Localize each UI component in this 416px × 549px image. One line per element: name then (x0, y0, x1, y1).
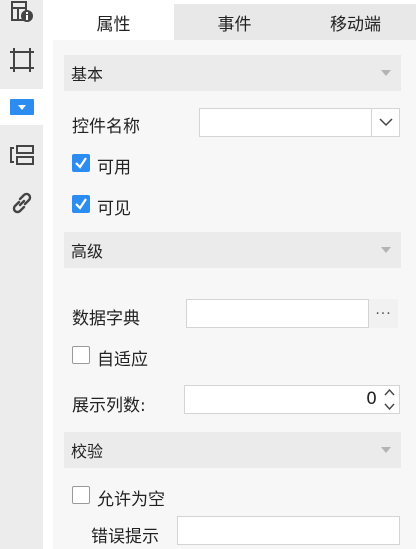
chevron-up-icon (384, 389, 395, 396)
frame-icon (9, 48, 34, 72)
data-dictionary-field[interactable]: ··· (186, 299, 398, 328)
properties-panel: 基本 控件名称 可用 可见 高级 数据字典 ··· 自适应 展示列数: 0 校验… (53, 40, 416, 549)
error-hint-input[interactable] (177, 516, 400, 545)
rail-button-frame[interactable] (0, 42, 43, 78)
enabled-checkbox[interactable] (72, 154, 90, 172)
info-grid-icon (10, 1, 33, 22)
rail-button-info[interactable] (0, 0, 43, 30)
collapse-caret-icon (381, 70, 391, 76)
data-dictionary-label: 数据字典 (72, 309, 140, 329)
section-basic-title: 基本 (71, 65, 104, 84)
widget-type-rail (0, 0, 43, 549)
allow-empty-label: 允许为空 (97, 490, 165, 510)
checkmark-icon (75, 157, 87, 169)
enabled-label: 可用 (97, 158, 131, 178)
section-basic-header[interactable]: 基本 (64, 55, 401, 91)
display-columns-value: 0 (366, 389, 377, 409)
section-advanced-header[interactable]: 高级 (64, 232, 401, 268)
widget-name-select[interactable] (199, 108, 400, 137)
widget-name-label: 控件名称 (72, 117, 140, 137)
link-icon (12, 192, 31, 214)
chevron-down-icon (378, 118, 393, 127)
visible-checkbox[interactable] (72, 195, 90, 213)
decrement-button[interactable] (380, 400, 399, 414)
display-columns-label: 展示列数: (72, 396, 146, 416)
tab-events[interactable]: 事件 (174, 4, 295, 40)
layout-stack-icon (9, 145, 34, 165)
display-columns-stepper[interactable]: 0 (184, 385, 400, 414)
error-hint-label: 错误提示 (91, 527, 159, 547)
rail-button-layout[interactable] (0, 137, 43, 173)
widget-name-dropdown-button[interactable] (371, 108, 400, 137)
rail-button-dropdown[interactable] (0, 89, 43, 125)
data-dictionary-browse-button[interactable]: ··· (368, 299, 398, 328)
property-tabs: 属性 事件 移动端 (53, 4, 416, 40)
dropdown-widget-icon (9, 99, 34, 115)
collapse-caret-icon (381, 447, 391, 453)
allow-empty-checkbox[interactable] (72, 486, 90, 504)
section-validation-header[interactable]: 校验 (64, 432, 401, 468)
section-advanced-title: 高级 (71, 242, 104, 261)
checkmark-icon (75, 198, 87, 210)
rail-button-link[interactable] (0, 185, 43, 221)
increment-button[interactable] (380, 386, 399, 400)
number-spinner (380, 386, 399, 413)
autofit-label: 自适应 (97, 350, 148, 370)
tab-mobile[interactable]: 移动端 (295, 4, 416, 40)
section-validation-title: 校验 (71, 442, 104, 461)
visible-label: 可见 (97, 199, 131, 219)
chevron-down-icon (384, 403, 395, 410)
autofit-checkbox[interactable] (72, 346, 90, 364)
tab-properties[interactable]: 属性 (53, 4, 174, 40)
collapse-caret-icon (381, 247, 391, 253)
